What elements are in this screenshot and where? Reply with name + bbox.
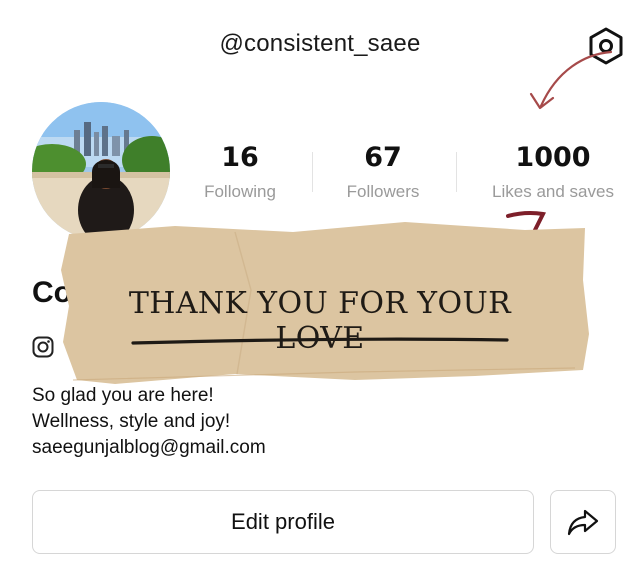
- stat-likes-saves[interactable]: 1000 Likes and saves: [473, 142, 633, 202]
- stat-following-value: 16: [221, 142, 259, 173]
- stat-likes-value: 1000: [515, 142, 591, 173]
- instagram-icon[interactable]: [32, 336, 54, 358]
- share-arrow-icon: [567, 509, 599, 536]
- bio-email: saeegunjalblog@gmail.com: [32, 437, 266, 458]
- stat-followers-label: Followers: [346, 182, 420, 201]
- stat-likes-label: Likes and saves: [492, 182, 614, 201]
- bio-line: Wellness, style and joy!: [32, 411, 231, 432]
- stat-following-label: Following: [204, 182, 276, 201]
- stat-divider: [456, 152, 457, 192]
- share-profile-button[interactable]: [550, 490, 616, 554]
- stat-followers[interactable]: 67 Followers: [313, 142, 453, 202]
- stat-following[interactable]: 16 Following: [170, 142, 310, 202]
- stat-followers-value: 67: [364, 142, 402, 173]
- edit-profile-button[interactable]: Edit profile: [32, 490, 534, 554]
- tape-text: THANK YOU FOR YOUR LOVE: [128, 286, 512, 356]
- bio: So glad you are here! Wellness, style an…: [32, 383, 266, 461]
- arrow-doodle: [529, 50, 613, 110]
